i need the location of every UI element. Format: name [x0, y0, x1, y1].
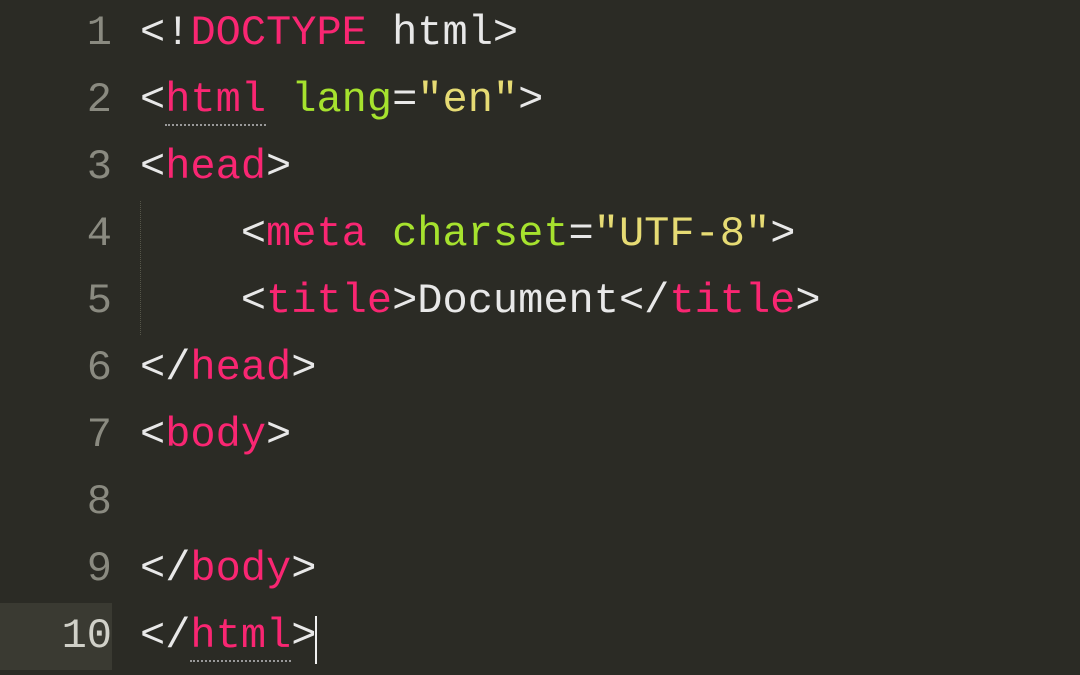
equals: = [569, 210, 594, 258]
angle-bracket-close: </ [619, 277, 669, 325]
angle-bracket-close: </ [140, 612, 190, 660]
string-en: "en" [417, 76, 518, 124]
indent-guide [140, 268, 141, 335]
angle-bracket: > [266, 411, 291, 459]
line-number: 4 [0, 201, 112, 268]
code-line[interactable]: <body> [140, 402, 1080, 469]
code-line[interactable]: </body> [140, 536, 1080, 603]
line-number: 6 [0, 335, 112, 402]
tag-meta: meta [266, 210, 367, 258]
angle-bracket: < [241, 277, 266, 325]
line-number: 9 [0, 536, 112, 603]
code-line[interactable]: </head> [140, 335, 1080, 402]
angle-bracket: > [770, 210, 795, 258]
line-number: 1 [0, 0, 112, 67]
space [367, 9, 392, 57]
line-number: 5 [0, 268, 112, 335]
angle-bracket: > [291, 344, 316, 392]
indent [140, 210, 241, 258]
angle-bracket: > [291, 545, 316, 593]
code-line[interactable]: <head> [140, 134, 1080, 201]
angle-bracket: > [266, 143, 291, 191]
line-number-gutter: 1 2 3 4 5 6 7 8 9 10 [0, 0, 140, 675]
equals: = [392, 76, 417, 124]
tag-title: title [266, 277, 392, 325]
angle-bracket: < [140, 143, 165, 191]
tag-html-close: html [190, 612, 291, 662]
code-line-blank[interactable] [140, 469, 1080, 536]
angle-bracket: < [241, 210, 266, 258]
tag-html: html [165, 76, 266, 126]
tag-head: head [165, 143, 266, 191]
angle-bracket: > [291, 612, 316, 660]
attr-charset: charset [392, 210, 568, 258]
angle-bracket: > [795, 277, 820, 325]
angle-bracket: < [140, 9, 165, 57]
tag-body-close: body [190, 545, 291, 593]
doctype-keyword: DOCTYPE [190, 9, 366, 57]
line-number: 8 [0, 469, 112, 536]
tag-head-close: head [190, 344, 291, 392]
angle-bracket: > [493, 9, 518, 57]
code-area[interactable]: <!DOCTYPE html> <html lang="en"> <head> … [140, 0, 1080, 675]
line-number-active: 10 [0, 603, 112, 670]
space [266, 76, 291, 124]
code-line[interactable]: <!DOCTYPE html> [140, 0, 1080, 67]
angle-bracket-close: </ [140, 344, 190, 392]
indent-guide [140, 201, 141, 268]
line-number: 7 [0, 402, 112, 469]
doctype-value: html [392, 9, 493, 57]
code-line[interactable]: <meta charset="UTF-8"> [140, 201, 1080, 268]
bang: ! [165, 9, 190, 57]
angle-bracket-close: </ [140, 545, 190, 593]
angle-bracket: < [140, 411, 165, 459]
code-editor[interactable]: 1 2 3 4 5 6 7 8 9 10 <!DOCTYPE html> <ht… [0, 0, 1080, 675]
attr-lang: lang [291, 76, 392, 124]
space [367, 210, 392, 258]
line-number: 3 [0, 134, 112, 201]
title-text: Document [417, 277, 619, 325]
tag-body: body [165, 411, 266, 459]
code-line-active[interactable]: </html> [140, 603, 1080, 670]
angle-bracket: > [518, 76, 543, 124]
text-cursor [315, 616, 317, 664]
string-utf8: "UTF-8" [594, 210, 770, 258]
code-line[interactable]: <html lang="en"> [140, 67, 1080, 134]
indent [140, 277, 241, 325]
line-number: 2 [0, 67, 112, 134]
code-line[interactable]: <title>Document</title> [140, 268, 1080, 335]
angle-bracket: > [392, 277, 417, 325]
tag-title-close: title [669, 277, 795, 325]
angle-bracket: < [140, 76, 165, 124]
